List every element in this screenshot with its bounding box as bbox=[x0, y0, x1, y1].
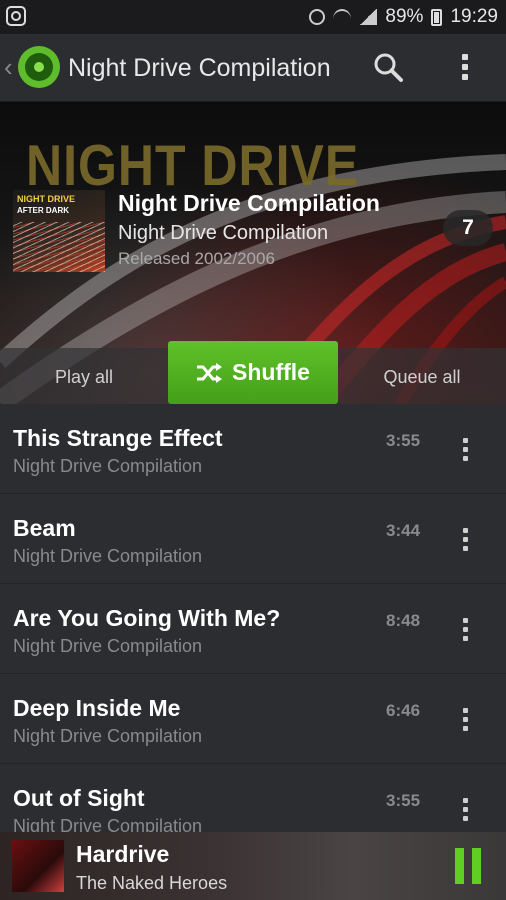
track-row[interactable]: Deep Inside Me Night Drive Compilation 6… bbox=[0, 674, 506, 764]
album-action-bar: Play all Shuffle Queue all bbox=[0, 341, 506, 404]
signal-icon bbox=[359, 9, 378, 25]
battery-icon bbox=[431, 8, 443, 26]
action-bar: ‹ Night Drive Compilation bbox=[0, 34, 506, 102]
track-row[interactable]: This Strange Effect Night Drive Compilat… bbox=[0, 404, 506, 494]
track-artist: Night Drive Compilation bbox=[13, 726, 203, 746]
now-playing-artist: The Naked Heroes bbox=[76, 873, 228, 893]
wifi-icon bbox=[333, 9, 352, 25]
track-more-icon[interactable] bbox=[456, 706, 476, 734]
now-playing-bar[interactable]: Hardrive The Naked Heroes bbox=[0, 832, 506, 900]
status-icons: 89% 19:29 bbox=[309, 0, 498, 34]
track-duration: 3:55 bbox=[386, 791, 421, 810]
status-bar: 89% 19:29 bbox=[0, 0, 506, 34]
track-more-icon[interactable] bbox=[456, 616, 476, 644]
album-artist: Night Drive Compilation bbox=[118, 222, 329, 244]
track-more-icon[interactable] bbox=[456, 796, 476, 824]
music-disc-icon[interactable] bbox=[18, 46, 60, 88]
album-cover: NIGHT DRIVE AFTER DARK bbox=[13, 190, 105, 272]
track-artist: Night Drive Compilation bbox=[13, 456, 203, 476]
track-duration: 8:48 bbox=[386, 611, 421, 630]
now-playing-title: Hardrive bbox=[76, 841, 170, 867]
cover-title: NIGHT DRIVE bbox=[17, 194, 76, 204]
screenshot-notification-icon bbox=[6, 6, 26, 26]
track-title: Beam bbox=[13, 515, 76, 541]
track-list: This Strange Effect Night Drive Compilat… bbox=[0, 404, 506, 832]
track-title: Are You Going With Me? bbox=[13, 605, 281, 631]
track-more-icon[interactable] bbox=[456, 436, 476, 464]
track-duration: 3:44 bbox=[386, 521, 421, 540]
album-header: NIGHT DRIVE NIGHT DRIVE AFTER DARK Night… bbox=[0, 102, 506, 404]
battery-percent: 89% bbox=[385, 6, 424, 27]
track-row[interactable]: Beam Night Drive Compilation 3:44 bbox=[0, 494, 506, 584]
shuffle-icon bbox=[197, 362, 223, 383]
now-playing-art[interactable] bbox=[12, 840, 64, 892]
shuffle-label: Shuffle bbox=[232, 359, 310, 385]
page-title: Night Drive Compilation bbox=[68, 54, 331, 82]
track-artist: Night Drive Compilation bbox=[13, 546, 203, 566]
track-title: Out of Sight bbox=[13, 785, 145, 811]
track-more-icon[interactable] bbox=[456, 526, 476, 554]
play-all-button[interactable]: Play all bbox=[0, 348, 168, 404]
release-years: Released 2002/2006 bbox=[118, 249, 275, 268]
cover-subtitle: AFTER DARK bbox=[17, 206, 69, 215]
track-title: Deep Inside Me bbox=[13, 695, 181, 721]
pause-icon[interactable] bbox=[455, 848, 481, 884]
track-row[interactable]: Out of Sight Night Drive Compilation 3:5… bbox=[0, 764, 506, 832]
more-vert-icon[interactable] bbox=[455, 50, 475, 84]
album-title: Night Drive Compilation bbox=[118, 190, 380, 216]
track-row[interactable]: Are You Going With Me? Night Drive Compi… bbox=[0, 584, 506, 674]
back-chevron-icon[interactable]: ‹ bbox=[4, 52, 13, 83]
track-artist: Night Drive Compilation bbox=[13, 636, 203, 656]
header-art-text: NIGHT DRIVE bbox=[26, 133, 360, 198]
track-title: This Strange Effect bbox=[13, 425, 223, 451]
track-duration: 6:46 bbox=[386, 701, 421, 720]
clock: 19:29 bbox=[450, 6, 498, 27]
cover-art-lines bbox=[13, 222, 105, 272]
track-duration: 3:55 bbox=[386, 431, 421, 450]
track-count-badge: 7 bbox=[443, 210, 493, 246]
queue-all-button[interactable]: Queue all bbox=[338, 348, 506, 404]
shuffle-button[interactable]: Shuffle bbox=[168, 341, 338, 404]
search-icon[interactable] bbox=[372, 51, 404, 83]
alarm-icon bbox=[309, 9, 326, 25]
track-artist: Night Drive Compilation bbox=[13, 816, 203, 832]
